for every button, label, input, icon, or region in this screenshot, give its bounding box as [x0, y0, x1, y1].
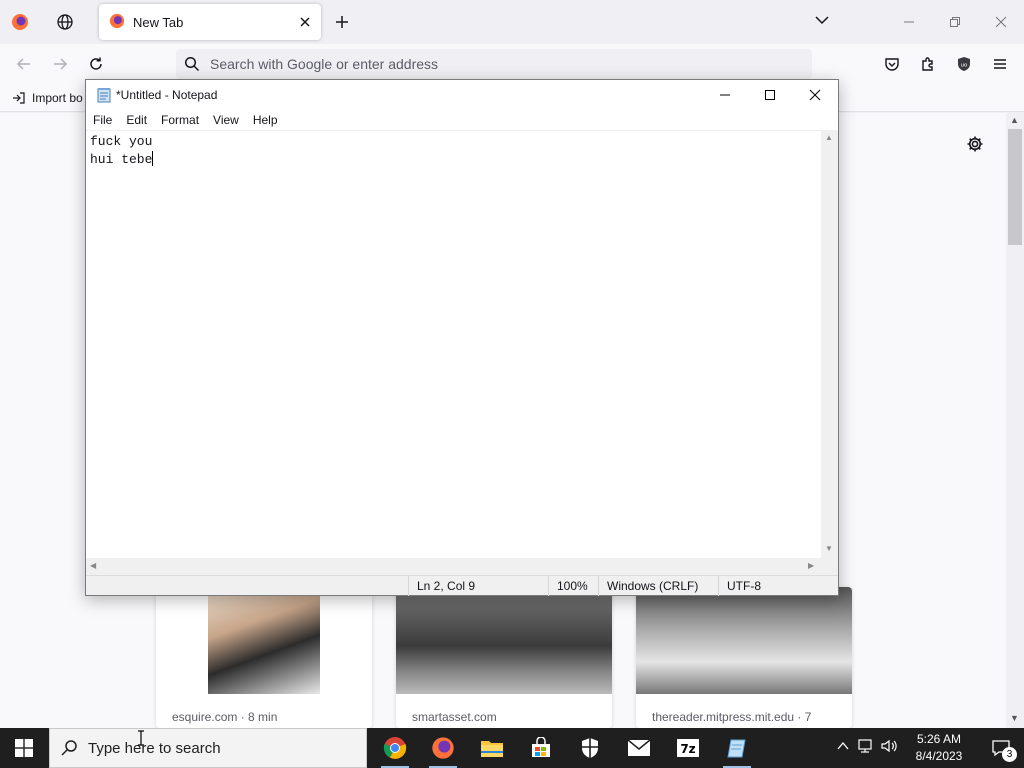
scrollbar-thumb[interactable]	[1008, 129, 1022, 245]
gear-icon[interactable]	[966, 135, 984, 158]
story-thumbnail	[208, 587, 320, 694]
tab-new-tab[interactable]: New Tab	[99, 4, 321, 40]
story-source: smartasset.com	[412, 710, 497, 724]
extensions-puzzle-icon[interactable]	[916, 52, 940, 76]
story-thumbnail	[396, 587, 612, 694]
windows-logo-icon	[15, 739, 33, 757]
tab-close-icon[interactable]	[297, 14, 313, 30]
taskbar-chrome-icon[interactable]	[371, 728, 419, 768]
menu-edit[interactable]: Edit	[119, 113, 154, 127]
notepad-title-bar[interactable]: *Untitled - Notepad	[86, 80, 838, 110]
tab-title: New Tab	[133, 14, 184, 30]
action-center-button[interactable]: 3	[978, 728, 1024, 768]
firefox-view-icon[interactable]	[2, 6, 38, 38]
firefox-restore-icon[interactable]	[932, 0, 978, 44]
forward-arrow-icon[interactable]	[48, 52, 72, 76]
cursor-position: Ln 2, Col 9	[408, 576, 548, 596]
back-arrow-icon[interactable]	[12, 52, 36, 76]
reload-icon[interactable]	[84, 52, 108, 76]
svg-text:7z: 7z	[680, 742, 695, 756]
notepad-app-icon	[96, 87, 112, 103]
taskbar-file-explorer-icon[interactable]	[468, 728, 516, 768]
taskbar-store-icon[interactable]	[517, 728, 565, 768]
scroll-down-arrow-icon[interactable]: ▼	[825, 544, 833, 553]
taskbar-security-shield-icon[interactable]	[566, 728, 614, 768]
notification-count-badge: 3	[1002, 747, 1017, 762]
hamburger-menu-icon[interactable]	[988, 52, 1012, 76]
scroll-right-arrow-icon[interactable]: ▶	[808, 561, 814, 570]
taskbar-firefox-icon[interactable]	[419, 728, 467, 768]
scroll-up-arrow-icon[interactable]: ▲	[825, 133, 833, 142]
import-icon	[13, 92, 25, 104]
scrollbar-corner	[821, 558, 838, 575]
list-all-tabs-chevron-down-icon[interactable]	[814, 12, 830, 33]
story-source: thereader.mitpress.mit.edu · 7	[652, 710, 812, 724]
notepad-text: fuck you hui tebe	[90, 133, 154, 169]
encoding: UTF-8	[718, 576, 821, 596]
taskbar-clock[interactable]: 5:26 AM 8/4/2023	[910, 731, 968, 765]
zoom-level: 100%	[548, 576, 598, 596]
svg-text:uo: uo	[961, 63, 968, 69]
taskbar-7zip-icon[interactable]: 7z	[664, 728, 712, 768]
menu-format[interactable]: Format	[154, 113, 206, 127]
taskbar-search-placeholder: Type here to search	[88, 739, 221, 757]
system-tray	[836, 728, 898, 768]
text-line: fuck you	[90, 134, 153, 149]
notepad-minimize-icon[interactable]	[702, 80, 748, 110]
story-source: esquire.com · 8 min	[172, 710, 278, 724]
import-bookmarks-label: Import bo	[32, 91, 83, 105]
text-line: hui tebe	[90, 152, 153, 167]
notepad-menu-bar: File Edit Format View Help	[86, 110, 838, 130]
notepad-status-bar: Ln 2, Col 9 100% Windows (CRLF) UTF-8	[86, 575, 838, 596]
story-card[interactable]: thereader.mitpress.mit.edu · 7	[636, 587, 852, 728]
search-icon	[60, 739, 78, 761]
address-bar-placeholder: Search with Google or enter address	[210, 56, 439, 72]
notepad-horizontal-scrollbar[interactable]: ◀ ▶	[86, 558, 821, 575]
scroll-down-arrow-icon[interactable]: ▼	[1010, 713, 1019, 723]
mouse-cursor-icon	[137, 730, 145, 751]
notepad-title: *Untitled - Notepad	[116, 88, 218, 102]
search-icon	[184, 56, 200, 75]
taskbar-notepad-icon[interactable]	[713, 728, 761, 768]
address-bar[interactable]: Search with Google or enter address	[176, 49, 812, 79]
network-icon[interactable]	[856, 738, 874, 759]
pocket-icon[interactable]	[880, 52, 904, 76]
firefox-nav-bar: Search with Google or enter address uo	[0, 44, 1024, 84]
menu-view[interactable]: View	[206, 113, 246, 127]
firefox-tab-bar: New Tab	[0, 0, 1024, 44]
windows-taskbar: Type here to search 7z 5:26 AM 8/4/2023	[0, 728, 1024, 768]
clock-time: 5:26 AM	[916, 732, 962, 746]
import-bookmarks-button[interactable]: Import bo	[12, 91, 83, 105]
menu-file[interactable]: File	[86, 113, 119, 127]
firefox-favicon-icon	[109, 13, 125, 32]
notepad-vertical-scrollbar[interactable]: ▲ ▼	[821, 130, 838, 558]
notepad-window: *Untitled - Notepad File Edit Format Vie…	[85, 79, 839, 596]
story-card[interactable]: smartasset.com	[396, 587, 612, 728]
start-button[interactable]	[0, 728, 48, 768]
line-ending: Windows (CRLF)	[598, 576, 718, 596]
taskbar-search-box[interactable]: Type here to search	[49, 728, 367, 768]
notepad-close-icon[interactable]	[792, 80, 838, 110]
ublock-shield-icon[interactable]: uo	[952, 52, 976, 76]
text-caret	[152, 151, 154, 166]
scroll-left-arrow-icon[interactable]: ◀	[90, 561, 96, 570]
page-scrollbar[interactable]: ▲ ▼	[1006, 113, 1024, 728]
story-card[interactable]: esquire.com · 8 min	[156, 587, 372, 728]
story-thumbnail	[636, 587, 852, 694]
firefox-minimize-icon[interactable]	[886, 0, 932, 44]
globe-icon[interactable]	[47, 6, 83, 38]
notepad-text-area[interactable]: fuck you hui tebe	[86, 130, 838, 558]
notepad-maximize-icon[interactable]	[747, 80, 793, 110]
new-tab-plus-icon[interactable]	[330, 10, 354, 34]
scroll-up-arrow-icon[interactable]: ▲	[1010, 115, 1019, 125]
volume-icon[interactable]	[880, 738, 898, 759]
taskbar-mail-icon[interactable]	[615, 728, 663, 768]
show-hidden-icons-chevron-up-icon[interactable]	[836, 739, 850, 758]
clock-date: 8/4/2023	[915, 749, 963, 763]
firefox-close-icon[interactable]	[978, 0, 1024, 44]
menu-help[interactable]: Help	[246, 113, 285, 127]
